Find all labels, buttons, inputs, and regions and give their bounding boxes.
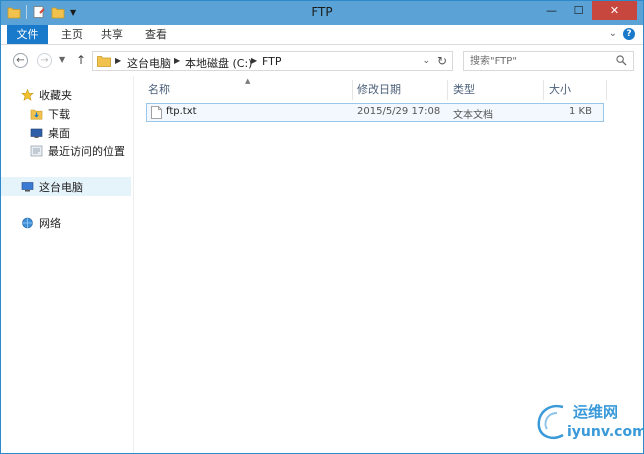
close-icon: ✕ bbox=[609, 4, 620, 17]
nav-label: 这台电脑 bbox=[39, 180, 83, 194]
chevron-right-icon[interactable]: ▶ bbox=[174, 56, 180, 65]
nav-label: 收藏夹 bbox=[39, 89, 72, 102]
network-icon bbox=[22, 217, 33, 229]
navigation-bar: ← → ▼ ↑ ▶ 这台电脑 ▶ 本地磁盘 (C:) ▶ FTP ⌄ ↻ bbox=[1, 46, 643, 76]
search-icon[interactable] bbox=[616, 55, 627, 66]
arrow-left-icon: ← bbox=[16, 55, 25, 66]
expand-ribbon-icon[interactable]: ⌄ bbox=[609, 28, 617, 39]
computer-icon bbox=[21, 181, 34, 191]
minimize-button[interactable]: — bbox=[538, 1, 565, 20]
up-button[interactable]: ↑ bbox=[76, 53, 86, 67]
nav-item-this-pc[interactable]: 这台电脑 bbox=[1, 177, 131, 196]
nav-item-favorites[interactable]: 收藏夹 bbox=[21, 87, 72, 103]
explorer-window: ▼ FTP — ☐ ✕ 文件 主页 共享 查看 ⌄ ? ← → ▼ ↑ ▶ 这台… bbox=[0, 0, 644, 454]
file-list: ▲ 名称 修改日期 类型 大小 ftp.txt 2015/5/29 17:08 … bbox=[134, 76, 643, 453]
chevron-right-icon[interactable]: ▶ bbox=[115, 56, 121, 65]
search-box[interactable] bbox=[463, 51, 634, 71]
column-divider[interactable] bbox=[543, 80, 544, 100]
file-size: 1 KB bbox=[569, 106, 592, 117]
star-icon bbox=[21, 89, 34, 101]
refresh-icon[interactable]: ↻ bbox=[437, 54, 447, 68]
sort-ascending-icon: ▲ bbox=[245, 77, 251, 85]
chevron-right-icon[interactable]: ▶ bbox=[251, 56, 257, 65]
recent-places-icon bbox=[30, 145, 43, 157]
column-header-modified[interactable]: 修改日期 bbox=[357, 80, 401, 100]
navigation-pane: 收藏夹 下载 桌面 最近访问的位置 这台电脑 网络 bbox=[1, 76, 134, 453]
desktop-icon bbox=[30, 128, 43, 138]
close-button[interactable]: ✕ bbox=[592, 1, 637, 20]
download-folder-icon bbox=[30, 109, 43, 120]
column-divider[interactable] bbox=[352, 80, 353, 100]
nav-item-downloads[interactable]: 下载 bbox=[30, 106, 70, 122]
arrow-right-icon: → bbox=[40, 55, 49, 66]
file-modified: 2015/5/29 17:08 bbox=[357, 106, 441, 117]
table-row[interactable]: ftp.txt 2015/5/29 17:08 文本文档 1 KB bbox=[146, 103, 604, 122]
watermark-text: 运维网 bbox=[573, 403, 619, 421]
column-header-name[interactable]: 名称 bbox=[148, 80, 170, 100]
breadcrumb-this-pc[interactable]: 这台电脑 bbox=[127, 55, 171, 71]
search-input[interactable] bbox=[470, 53, 610, 69]
file-name: ftp.txt bbox=[166, 106, 197, 117]
tab-view[interactable]: 查看 bbox=[134, 25, 178, 44]
nav-label: 下载 bbox=[48, 108, 70, 121]
tab-file[interactable]: 文件 bbox=[7, 25, 48, 44]
breadcrumb-ftp[interactable]: FTP bbox=[262, 55, 282, 68]
title-bar: ▼ FTP — ☐ ✕ bbox=[1, 1, 643, 25]
tab-share[interactable]: 共享 bbox=[92, 25, 132, 44]
address-bar[interactable]: ▶ 这台电脑 ▶ 本地磁盘 (C:) ▶ FTP ⌄ ↻ bbox=[92, 51, 453, 71]
column-divider[interactable] bbox=[447, 80, 448, 100]
minimize-icon: — bbox=[546, 4, 557, 17]
column-header-type[interactable]: 类型 bbox=[453, 80, 475, 100]
ribbon-tabs: 文件 主页 共享 查看 ⌄ ? bbox=[1, 25, 643, 45]
maximize-icon: ☐ bbox=[573, 4, 584, 17]
forward-button[interactable]: → bbox=[37, 53, 52, 68]
watermark-url: iyunv.com bbox=[567, 424, 644, 440]
folder-icon bbox=[97, 56, 111, 67]
maximize-button[interactable]: ☐ bbox=[565, 1, 592, 20]
nav-item-recent-places[interactable]: 最近访问的位置 bbox=[30, 143, 125, 159]
tab-home[interactable]: 主页 bbox=[52, 25, 92, 44]
nav-label: 最近访问的位置 bbox=[48, 145, 125, 158]
breadcrumb-local-disk[interactable]: 本地磁盘 (C:) bbox=[185, 55, 252, 71]
text-file-icon bbox=[151, 106, 162, 119]
back-button[interactable]: ← bbox=[13, 53, 28, 68]
watermark-logo: 运维网 iyunv.com bbox=[533, 399, 643, 445]
nav-label: 网络 bbox=[39, 217, 61, 230]
file-type: 文本文档 bbox=[453, 110, 493, 121]
nav-item-network[interactable]: 网络 bbox=[21, 215, 61, 231]
nav-item-desktop[interactable]: 桌面 bbox=[30, 125, 70, 141]
column-divider[interactable] bbox=[606, 80, 607, 100]
nav-label: 桌面 bbox=[48, 127, 70, 140]
help-icon[interactable]: ? bbox=[623, 28, 635, 40]
column-header-size[interactable]: 大小 bbox=[549, 80, 571, 100]
address-dropdown-icon[interactable]: ⌄ bbox=[422, 56, 430, 66]
arrow-up-icon: ↑ bbox=[76, 53, 87, 67]
recent-locations-dropdown-icon[interactable]: ▼ bbox=[59, 55, 65, 64]
window-controls: — ☐ ✕ bbox=[538, 1, 637, 20]
